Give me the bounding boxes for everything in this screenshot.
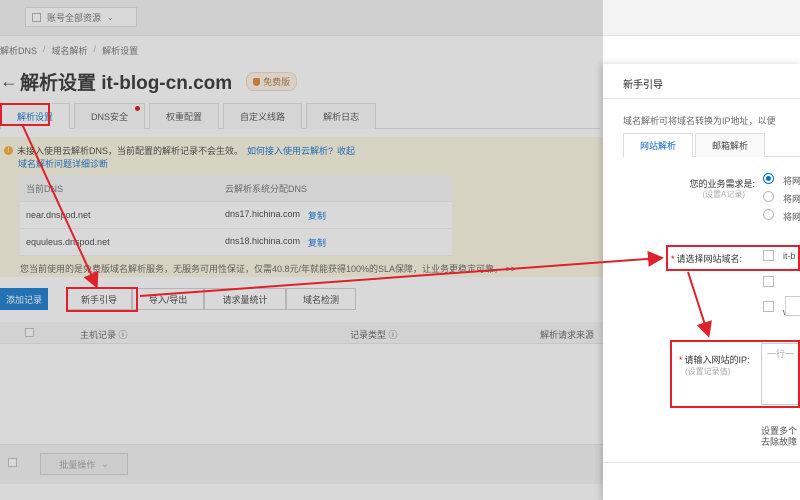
tab-email-resolution[interactable]: 邮箱解析	[695, 133, 766, 157]
annotation-box-ip-field	[670, 340, 800, 408]
need-option-label: 将网	[783, 176, 800, 186]
panel-title: 新手引导	[623, 80, 663, 91]
annotation-box-settings-tab	[0, 103, 50, 126]
custom-domain-input[interactable]	[785, 296, 800, 316]
help-line: 去除故障	[761, 437, 798, 447]
annotation-box-guide-button	[66, 287, 138, 312]
panel-help-text: 设置多个 去除故障	[761, 426, 797, 448]
need-option-radio[interactable]	[763, 209, 774, 220]
panel-tabs: 网站解析 邮箱解析	[623, 133, 800, 157]
divider	[603, 462, 800, 463]
custom-domain-checkbox[interactable]	[763, 301, 774, 312]
need-option-label: 将网	[783, 194, 800, 204]
need-option-label: 将网	[783, 212, 800, 222]
annotation-box-domain-field	[666, 245, 800, 271]
domain-checkbox[interactable]	[763, 276, 774, 287]
beginner-guide-panel: 新手引导 域名解析可将域名转换为IP地址，以便 网站解析 邮箱解析 您的业务需求…	[603, 64, 800, 500]
tab-website-resolution[interactable]: 网站解析	[623, 133, 694, 157]
panel-description: 域名解析可将域名转换为IP地址，以便	[623, 116, 776, 126]
divider	[603, 98, 800, 99]
help-line: 设置多个	[761, 426, 798, 436]
modal-overlay[interactable]	[0, 0, 603, 500]
need-option-radio[interactable]	[763, 191, 774, 202]
need-option-radio[interactable]	[763, 173, 774, 184]
business-need-sub: (设置A记录)	[702, 190, 745, 199]
